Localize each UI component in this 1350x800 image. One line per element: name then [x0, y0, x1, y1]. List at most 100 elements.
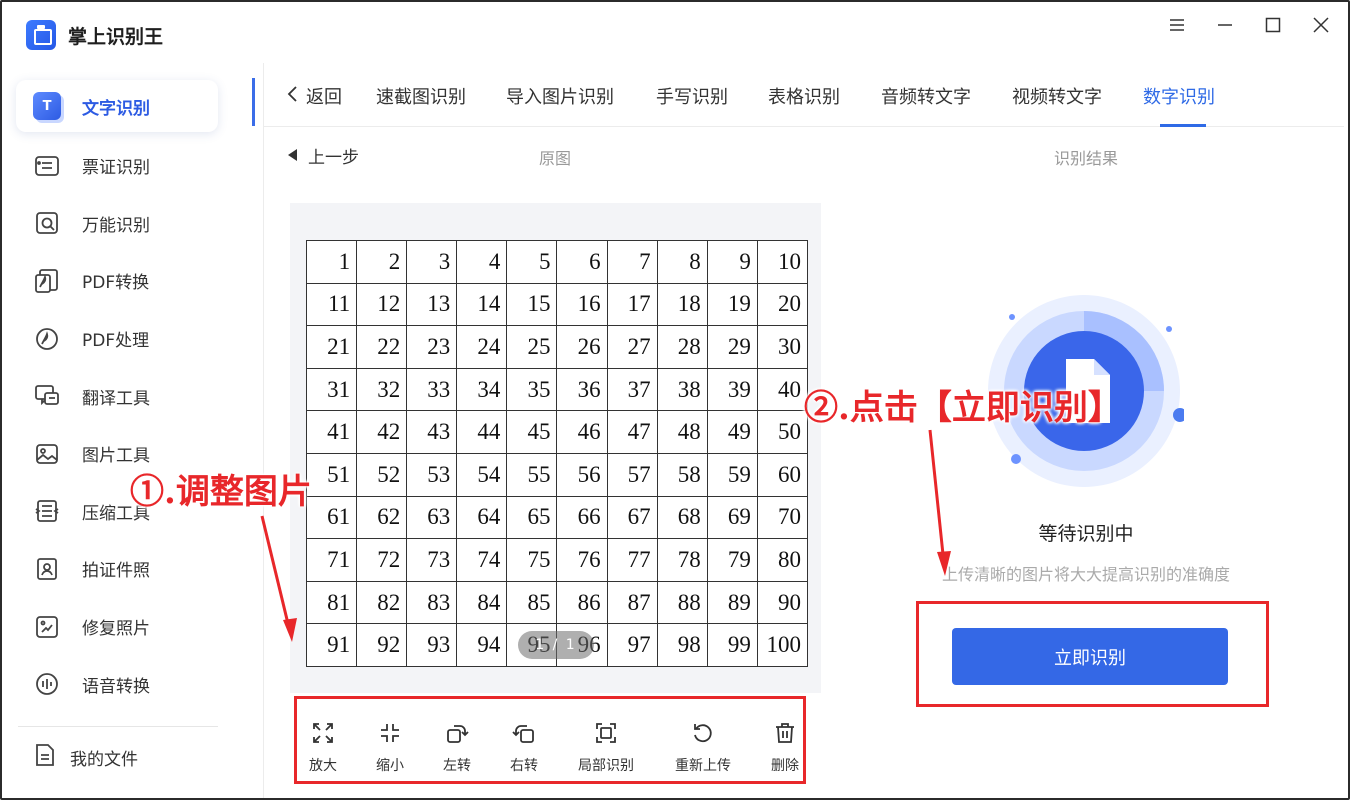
grid-cell: 81	[305, 580, 358, 625]
tab-handwriting[interactable]: 手写识别	[656, 83, 728, 109]
grid-cell: 86	[556, 580, 608, 625]
zoom-in-button[interactable]: 放大	[309, 719, 337, 775]
tab-number-recognition[interactable]: 数字识别	[1143, 83, 1215, 109]
grid-cell: 75	[506, 538, 558, 582]
image-tool-icon	[32, 439, 62, 469]
my-files-link[interactable]: 我的文件	[32, 742, 138, 773]
grid-cell: 17	[606, 282, 658, 327]
grid-cell: 20	[756, 282, 809, 327]
reupload-button[interactable]: 重新上传	[675, 719, 731, 775]
number-grid-image: 1 2 3 4 5 6 7 8 9 10 11 12 13 14 15 16 17 18 19 20 21 22 23 24 2…	[305, 240, 809, 667]
grid-cell: 51	[305, 452, 358, 497]
sidebar-item-translate[interactable]: 翻译工具	[2, 367, 250, 425]
grid-cell: 36	[556, 367, 608, 412]
sidebar-item-text-recognition[interactable]: T 文字识别	[16, 80, 218, 132]
sidebar-item-universal[interactable]: 万能识别	[2, 195, 250, 253]
sidebar-item-label: 语音转换	[82, 676, 150, 697]
grid-cell: 5	[506, 240, 558, 284]
grid-cell: 7	[606, 240, 658, 284]
prev-step-label: 上一步	[308, 148, 359, 168]
grid-cell: 52	[356, 452, 408, 497]
original-label: 原图	[539, 149, 572, 168]
grid-cell: 60	[756, 452, 809, 497]
grid-cell: 31	[305, 367, 358, 412]
maximize-icon[interactable]	[1260, 12, 1286, 38]
tab-audio-to-text[interactable]: 音频转文字	[881, 83, 971, 109]
grid-cell: 74	[456, 538, 508, 582]
grid-cell: 67	[606, 495, 658, 540]
grid-cell: 98	[656, 623, 708, 667]
grid-cell: 15	[506, 282, 558, 327]
zoom-out-button[interactable]: 缩小	[376, 719, 404, 775]
my-files-label: 我的文件	[70, 750, 138, 770]
grid-cell: 25	[506, 325, 558, 369]
grid-cell: 99	[706, 623, 758, 667]
grid-cell: 83	[406, 580, 458, 625]
sidebar-nav: T 文字识别 票证识别 万能识别 PDF转换 PDF处理 翻译工具 图片工具 压…	[2, 80, 250, 713]
recognize-now-button[interactable]: 立即识别	[952, 628, 1228, 685]
grid-cell: 65	[506, 495, 558, 540]
sidebar-item-label: 翻译工具	[82, 388, 150, 409]
grid-cell: 26	[556, 325, 608, 369]
grid-cell: 100	[756, 623, 809, 667]
image-toolbar: 放大 缩小 左转 右转 局部识别 重新上传 删除	[294, 696, 806, 784]
grid-cell: 69	[706, 495, 758, 540]
grid-cell: 56	[556, 452, 608, 497]
sidebar-item-id-photo[interactable]: 拍证件照	[2, 540, 250, 598]
grid-cell: 78	[656, 538, 708, 582]
grid-cell: 29	[706, 325, 758, 369]
delete-button[interactable]: 删除	[771, 719, 799, 775]
grid-cell: 45	[506, 410, 558, 454]
grid-cell: 71	[305, 538, 358, 582]
grid-cell: 59	[706, 452, 758, 497]
grid-cell: 33	[406, 367, 458, 412]
tab-import-image[interactable]: 导入图片识别	[506, 83, 614, 109]
crop-scan-icon	[592, 719, 620, 747]
grid-cell: 97	[606, 623, 658, 667]
tab-screenshot[interactable]: 速截图识别	[376, 83, 466, 109]
annotation-step1: ①.调整图片	[130, 472, 312, 512]
sidebar: 掌上识别王 T 文字识别 票证识别 万能识别 PDF转换 PDF处理 翻译工具 …	[2, 2, 250, 798]
sub-header: 上一步 原图 识别结果	[264, 127, 1344, 183]
grid-cell: 21	[305, 325, 358, 369]
compress-icon	[32, 496, 62, 526]
grid-cell: 89	[706, 580, 758, 625]
highlight-box: 立即识别	[916, 601, 1269, 707]
grid-cell: 24	[456, 325, 508, 369]
back-button[interactable]: 返回	[286, 83, 342, 109]
tab-table[interactable]: 表格识别	[768, 83, 840, 109]
result-label: 识别结果	[1054, 149, 1119, 168]
sidebar-item-voice[interactable]: 语音转换	[2, 655, 250, 713]
grid-cell: 28	[656, 325, 708, 369]
status-title: 等待识别中	[1038, 523, 1134, 545]
sidebar-item-pdf-convert[interactable]: PDF转换	[2, 252, 250, 310]
sidebar-item-pdf-process[interactable]: PDF处理	[2, 310, 250, 368]
rotate-left-button[interactable]: 左转	[443, 719, 471, 775]
trash-icon	[771, 719, 799, 747]
grid-cell: 46	[556, 410, 608, 454]
grid-cell: 43	[406, 410, 458, 454]
grid-cell: 70	[756, 495, 809, 540]
close-icon[interactable]	[1308, 12, 1334, 38]
rotate-left-icon	[443, 719, 471, 747]
grid-cell: 32	[356, 367, 408, 412]
grid-cell: 8	[656, 240, 708, 284]
grid-cell: 14	[456, 282, 508, 327]
prev-step-button[interactable]: 上一步	[288, 143, 359, 168]
grid-cell: 62	[356, 495, 408, 540]
image-preview: 1 2 3 4 5 6 7 8 9 10 11 12 13 14 15 16 17 18 19 20 21 22 23 24 2…	[290, 203, 821, 693]
menu-icon[interactable]	[1164, 12, 1190, 38]
sidebar-item-ticket[interactable]: 票证识别	[2, 137, 250, 195]
grid-cell: 64	[456, 495, 508, 540]
rotate-right-button[interactable]: 右转	[510, 719, 538, 775]
sidebar-item-repair-photo[interactable]: 修复照片	[2, 598, 250, 656]
grid-row: 11 12 13 14 15 16 17 18 19 20	[305, 282, 809, 327]
minimize-icon[interactable]	[1212, 12, 1238, 38]
grid-cell: 66	[556, 495, 608, 540]
shrink-icon	[376, 719, 404, 747]
grid-cell: 6	[556, 240, 608, 284]
grid-cell: 30	[756, 325, 809, 369]
grid-row: 21 22 23 24 25 26 27 28 29 30	[305, 325, 809, 369]
partial-recognition-button[interactable]: 局部识别	[578, 719, 634, 775]
tab-video-to-text[interactable]: 视频转文字	[1012, 83, 1102, 109]
